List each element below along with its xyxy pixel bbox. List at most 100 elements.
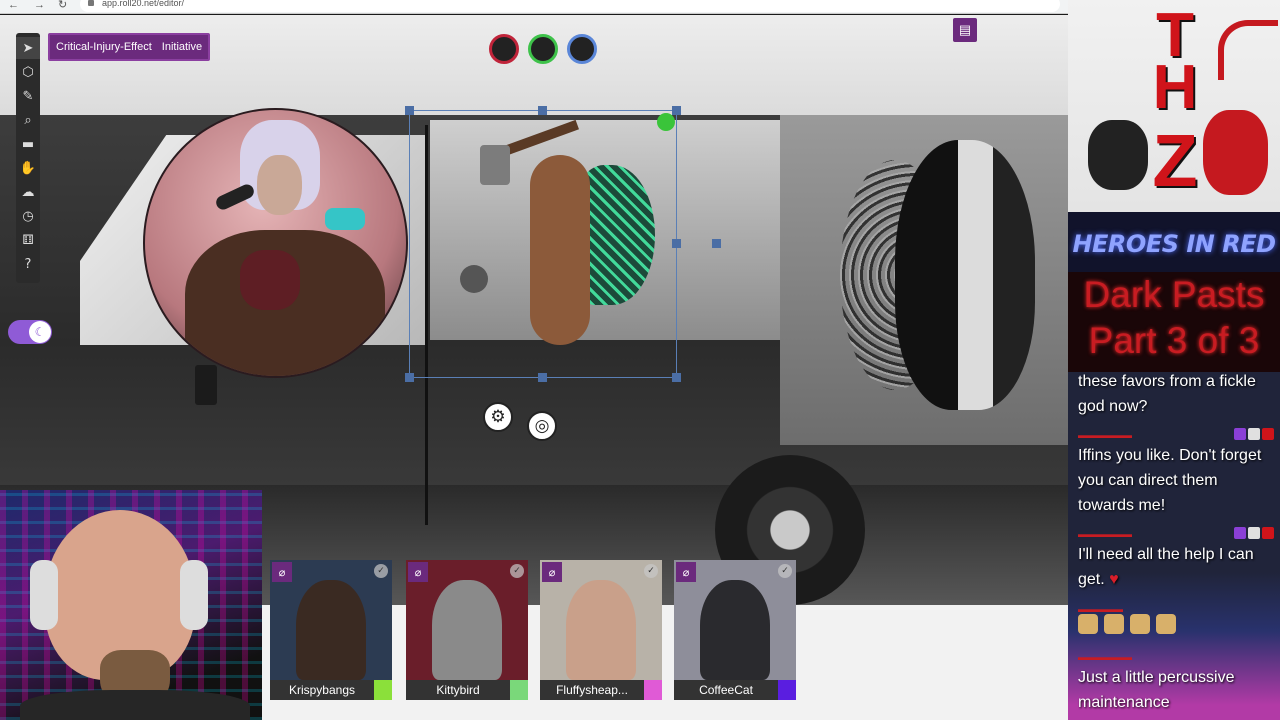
forward-icon[interactable]: →: [34, 0, 45, 11]
resize-handle-n[interactable]: [538, 106, 547, 115]
reload-icon[interactable]: ↻: [58, 0, 67, 11]
chat-message: I'll need all the help I can get. ♥: [1078, 542, 1274, 592]
player-avatar[interactable]: ⌀ ✓ Kittybird: [406, 560, 528, 700]
token-skull: [895, 140, 1035, 410]
dark-mode-toggle[interactable]: ☾: [8, 320, 52, 344]
mic-muted-icon[interactable]: ⌀: [542, 562, 562, 582]
chat-username-redacted: ▬▬▬▬▬▬: [1078, 652, 1132, 662]
turn-tracker-icon[interactable]: ◷: [16, 205, 40, 227]
layer-label-bar[interactable]: Critical-Injury-Effect Initiative: [48, 33, 211, 61]
journal-icon[interactable]: ▤: [953, 18, 977, 42]
stream-screen: ← → ↻ app.roll20.net/editor/ ⚙ ◎ ▤ ➤ ⬡ ✎…: [0, 0, 1280, 720]
draw-icon[interactable]: ✎: [16, 85, 40, 107]
initiative-label[interactable]: Initiative: [162, 41, 202, 53]
episode-line-1: Dark Pasts: [1083, 274, 1265, 315]
red-status-dot[interactable]: [489, 34, 519, 64]
resize-handle-ne[interactable]: [672, 106, 681, 115]
emote-row: [1078, 614, 1176, 634]
player-avatar[interactable]: ⌀ ✓ Krispybangs: [270, 560, 392, 700]
help-icon[interactable]: ?: [16, 253, 40, 275]
red-mascot: [1203, 110, 1268, 195]
black-mascot: [1088, 120, 1148, 190]
select-icon[interactable]: ➤: [16, 37, 40, 59]
user-badges: [1234, 428, 1274, 440]
blue-status-dot[interactable]: [567, 34, 597, 64]
emote-icon: [1104, 614, 1124, 634]
token-face: [257, 155, 302, 215]
check-icon[interactable]: ✓: [374, 564, 388, 578]
streamer-webcam: [0, 490, 262, 720]
chat-username-redacted: ▬▬▬▬▬▬: [1078, 529, 1132, 539]
check-icon[interactable]: ✓: [778, 564, 792, 578]
user-badges: [1234, 527, 1274, 539]
player-color-swatch[interactable]: [644, 680, 662, 700]
player-figure: [296, 580, 366, 680]
character-token-cracked-head[interactable]: [840, 130, 1040, 430]
resize-handle-sw[interactable]: [405, 373, 414, 382]
back-icon[interactable]: ←: [8, 0, 19, 11]
mic-muted-icon[interactable]: ⌀: [408, 562, 428, 582]
tool-sidebar: ➤ ⬡ ✎ ⌕ ▬ ✋ ☁ ◷ ⚅?: [16, 33, 40, 283]
heart-emote-icon: ♥: [1109, 571, 1119, 588]
token-top: [240, 250, 300, 310]
resize-handle-e-ext[interactable]: [712, 239, 721, 248]
check-icon[interactable]: ✓: [510, 564, 524, 578]
streamer-shirt: [20, 690, 250, 720]
resize-handle-se[interactable]: [672, 373, 681, 382]
emote-icon: [1156, 614, 1176, 634]
chat-message: Just a little percussive maintenance: [1078, 669, 1235, 711]
fog-icon[interactable]: ☁: [16, 181, 40, 203]
character-token-singer[interactable]: [143, 108, 408, 378]
resize-handle-s[interactable]: [538, 373, 547, 382]
shapes-icon[interactable]: ⬡: [16, 61, 40, 83]
headset-left: [30, 560, 58, 630]
player-color-swatch[interactable]: [778, 680, 796, 700]
address-bar[interactable]: app.roll20.net/editor/: [80, 0, 1060, 12]
zoom-icon[interactable]: ⌕: [16, 109, 40, 131]
rotate-handle[interactable]: [657, 113, 675, 131]
player-figure: [700, 580, 770, 680]
browser-bar: ← → ↻ app.roll20.net/editor/: [0, 0, 1068, 14]
logo-letter-h: H: [1152, 53, 1198, 122]
episode-title: Dark Pasts Part 3 of 3: [1068, 272, 1280, 372]
episode-line-2: Part 3 of 3: [1088, 320, 1260, 361]
player-avatar[interactable]: ⌀ ✓ Fluffysheap...: [540, 560, 662, 700]
logo-letter-z: Z: [1152, 119, 1198, 202]
layer-name[interactable]: Critical-Injury-Effect: [56, 41, 152, 53]
token-target-icon[interactable]: ◎: [527, 411, 557, 441]
chat-username-redacted: ▬▬▬▬▬▬: [1078, 430, 1132, 440]
check-icon[interactable]: ✓: [644, 564, 658, 578]
chat-box: these favors from a fickle god now? ▬▬▬▬…: [1068, 372, 1280, 720]
player-figure: [566, 580, 636, 680]
player-avatar[interactable]: ⌀ ✓ CoffeeCat: [674, 560, 796, 700]
token-scarf: [325, 208, 365, 230]
mic-muted-icon[interactable]: ⌀: [676, 562, 696, 582]
mic-muted-icon[interactable]: ⌀: [272, 562, 292, 582]
stream-overlay-panel: T H Z HEROES IN RED Dark Pasts Part 3 of…: [1068, 0, 1280, 720]
player-color-swatch[interactable]: [510, 680, 528, 700]
pan-icon[interactable]: ✋: [16, 157, 40, 179]
measure-icon[interactable]: ▬: [16, 133, 40, 155]
channel-logo: T H Z: [1068, 0, 1280, 212]
chat-message: Iffins you like. Don't forget you can di…: [1078, 447, 1262, 514]
moon-icon: ☾: [29, 321, 51, 343]
selection-box[interactable]: [409, 110, 677, 378]
emote-icon: [1078, 614, 1098, 634]
show-title: HEROES IN RED: [1068, 212, 1280, 272]
green-status-dot[interactable]: [528, 34, 558, 64]
resize-handle-nw[interactable]: [405, 106, 414, 115]
microphone-icon: [213, 182, 257, 212]
chat-text: I'll need all the help I can get.: [1078, 546, 1254, 588]
dice-icon[interactable]: ⚅: [16, 229, 40, 251]
token-settings-gear-icon[interactable]: ⚙: [483, 402, 513, 432]
lock-icon: [88, 0, 94, 6]
url-text: app.roll20.net/editor/: [102, 0, 185, 8]
scythe-icon: [1218, 20, 1278, 80]
player-figure: [432, 580, 502, 680]
player-color-swatch[interactable]: [374, 680, 392, 700]
resize-handle-e[interactable]: [672, 239, 681, 248]
chat-message: these favors from a fickle god now?: [1078, 373, 1256, 415]
headset-right: [180, 560, 208, 630]
chat-username-redacted: ▬▬▬▬▬: [1078, 604, 1123, 614]
emote-icon: [1130, 614, 1150, 634]
